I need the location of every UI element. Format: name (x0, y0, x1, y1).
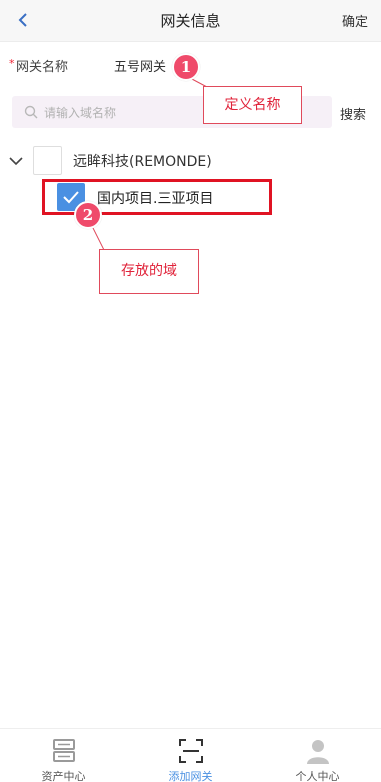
tree-node-parent-label: 远眸科技(REMONDE) (73, 154, 212, 170)
tab-add-gateway[interactable]: 添加网关 (127, 729, 254, 782)
top-nav-bar: 网关信息 确定 (0, 0, 381, 42)
annotation-badge-1: 1 (172, 53, 200, 81)
tree-node-parent[interactable]: 远眸科技(REMONDE) (0, 144, 381, 176)
search-button[interactable]: 搜索 (340, 104, 366, 123)
page-title: 网关信息 (160, 12, 221, 30)
search-placeholder: 请输入域名称 (44, 106, 117, 120)
gateway-name-input[interactable]: 五号网关 (114, 56, 166, 75)
server-icon (52, 739, 75, 762)
annotation-callout-1: 定义名称 (203, 86, 302, 124)
chevron-down-icon[interactable] (8, 154, 24, 168)
search-icon (24, 105, 38, 119)
tab-asset-center-label: 资产中心 (41, 770, 86, 782)
tab-add-gateway-label: 添加网关 (168, 770, 213, 782)
scan-icon (178, 739, 203, 763)
tab-asset-center[interactable]: 资产中心 (0, 729, 127, 782)
confirm-button[interactable]: 确定 (342, 11, 368, 30)
bottom-tab-bar: 资产中心 添加网关 个人中心 (0, 728, 381, 782)
callout-line-2 (91, 225, 105, 251)
user-icon (306, 740, 329, 764)
tab-personal-center[interactable]: 个人中心 (254, 729, 381, 782)
required-mark: * (9, 57, 15, 70)
tree-node-child-label: 国内项目.三亚项目 (97, 191, 214, 207)
gateway-name-label: 网关名称 (16, 60, 69, 75)
annotation-badge-2: 2 (74, 201, 102, 229)
parent-checkbox[interactable] (33, 146, 62, 175)
tab-personal-center-label: 个人中心 (295, 770, 340, 782)
annotation-callout-2: 存放的域 (99, 249, 199, 294)
